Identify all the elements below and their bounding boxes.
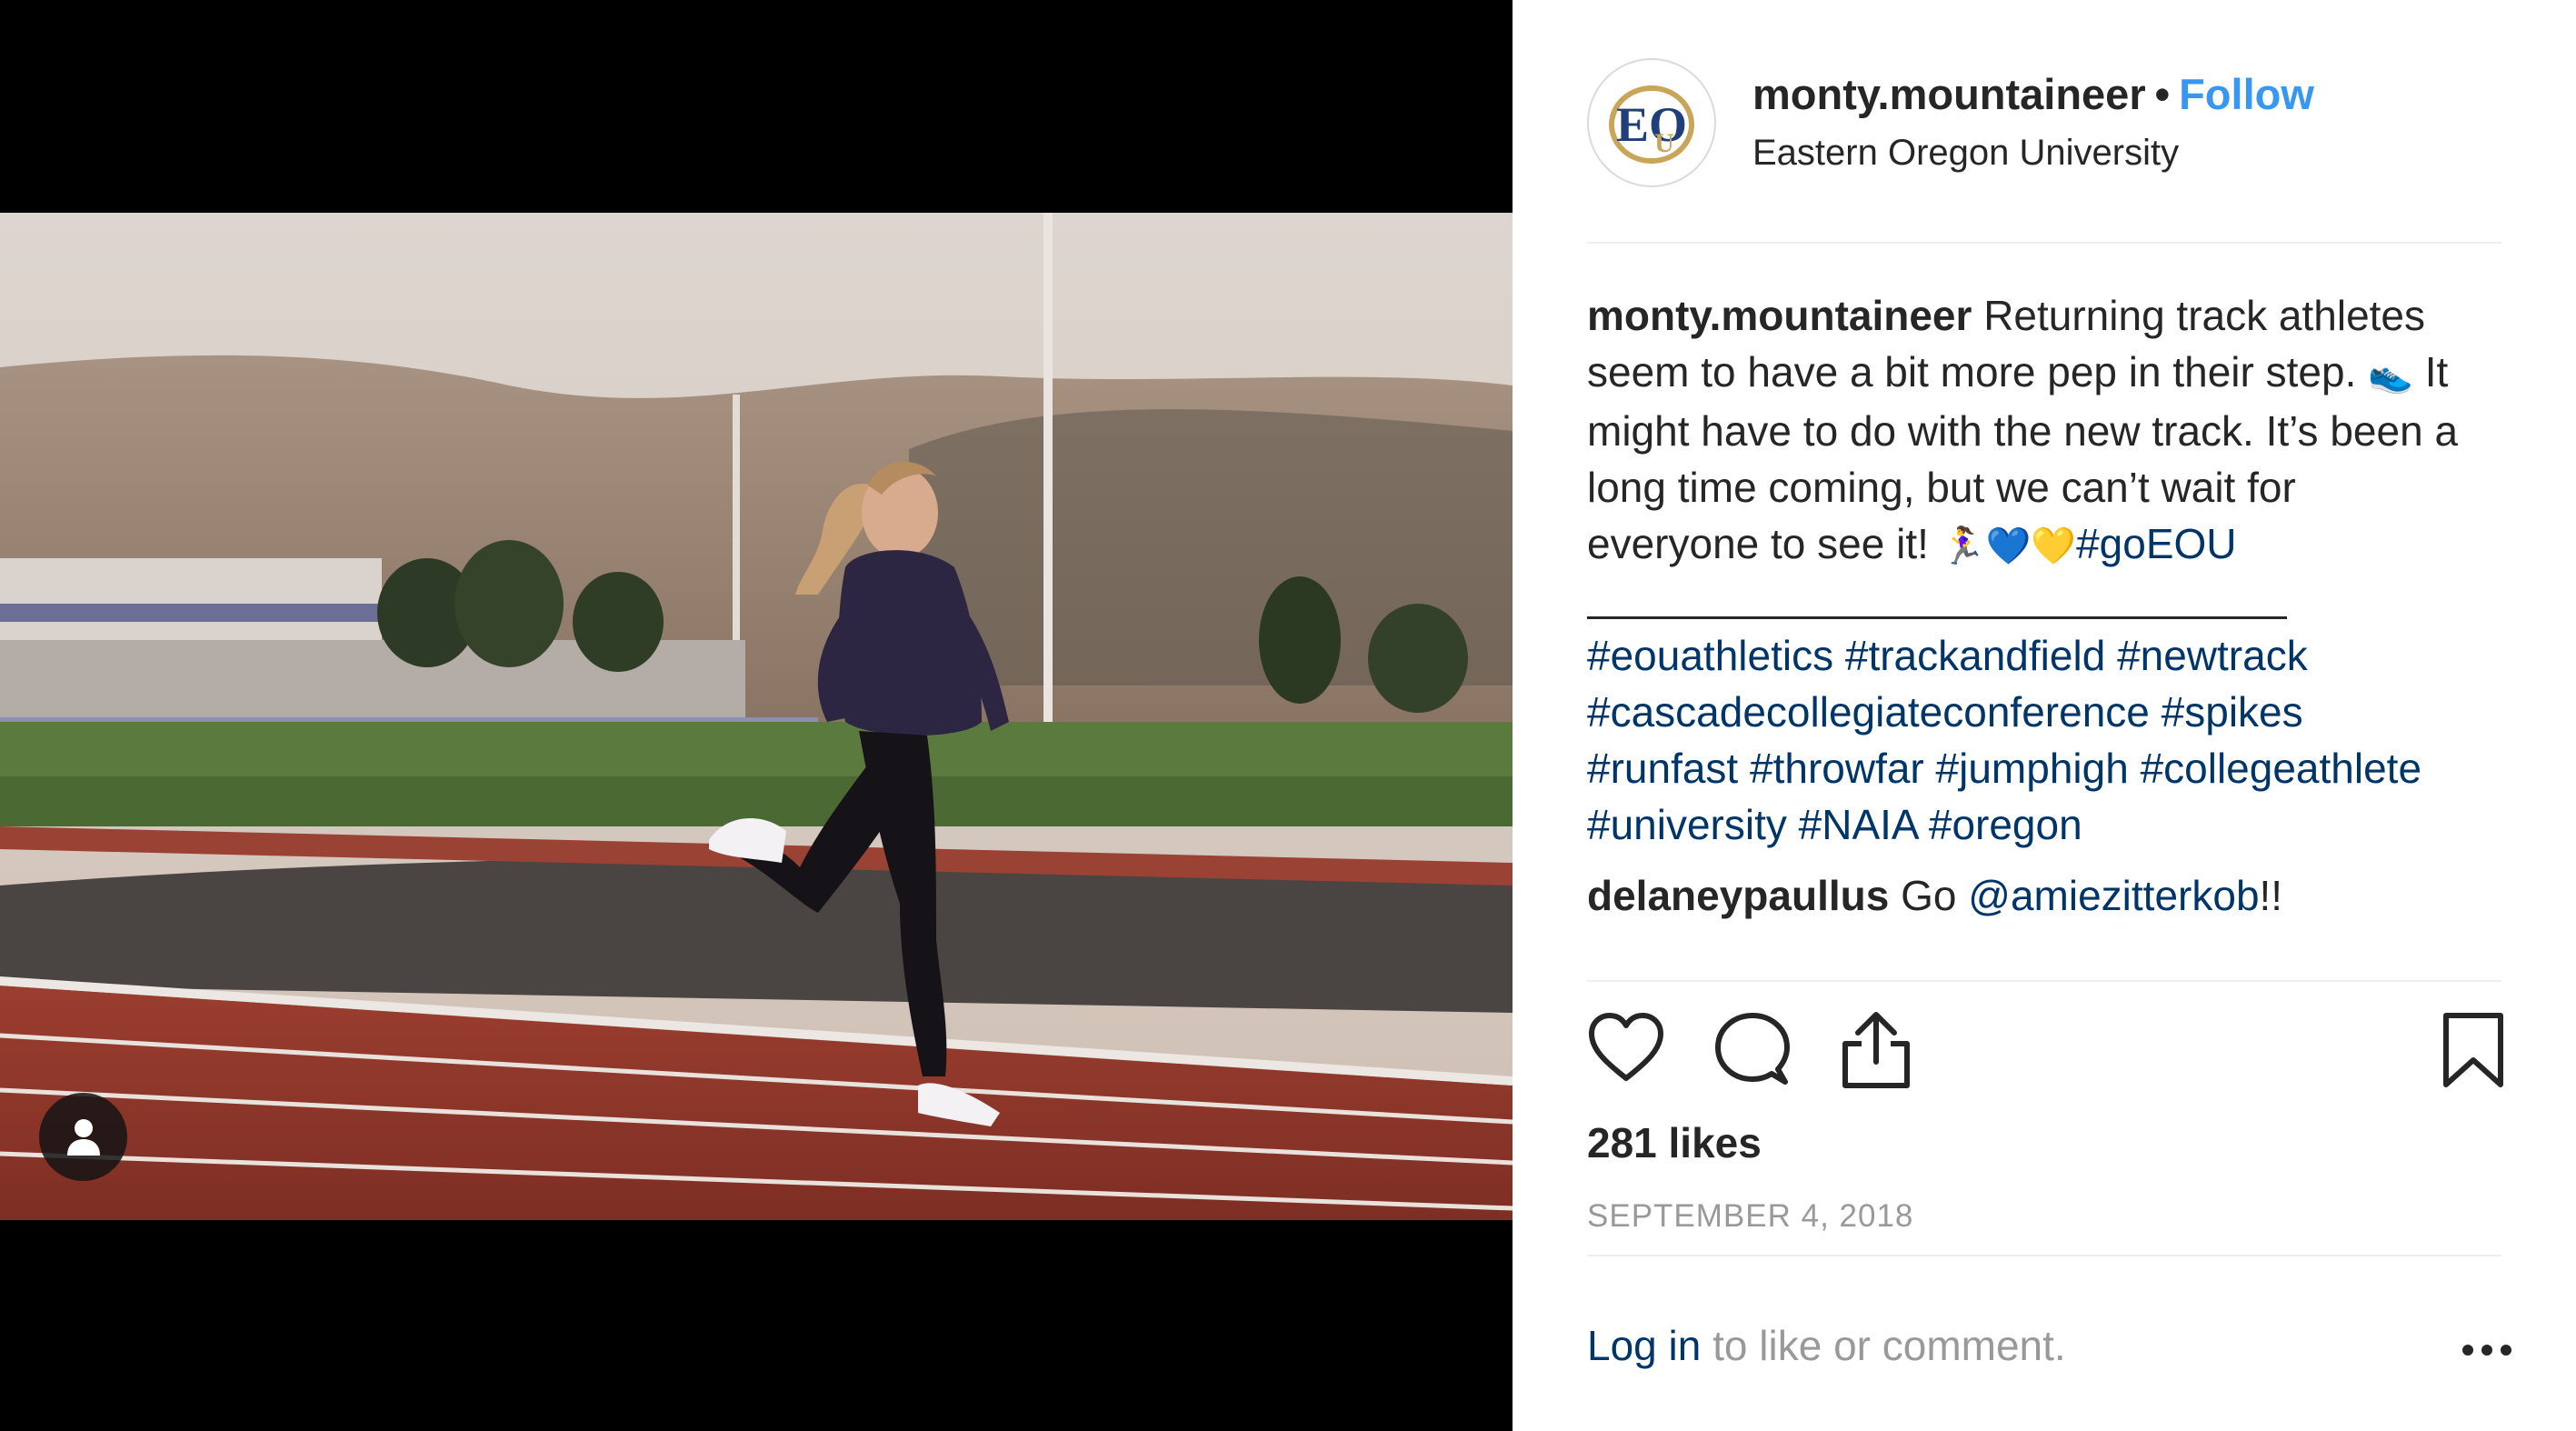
post-photo[interactable] — [0, 213, 1513, 1220]
hashtag-link[interactable]: #runfast — [1587, 745, 1738, 792]
post-caption: monty.mountaineer Returning track athlet… — [1587, 287, 2505, 575]
caption-author[interactable]: monty.mountaineer — [1587, 292, 1972, 339]
comment-text: !! — [2259, 872, 2283, 919]
hashtag-line: #cascadecollegiateconference #spikes — [1587, 684, 2505, 740]
caption-rule — [1587, 616, 2287, 619]
post-details-panel: EO U monty.mountaineer • Follow Eastern Or… — [1513, 0, 2576, 1431]
login-prompt-text: to like or comment. — [1701, 1322, 2066, 1369]
save-button[interactable] — [2441, 1011, 2505, 1094]
comment-button[interactable] — [1714, 1011, 1791, 1092]
login-prompt: Log in to like or comment. — [1587, 1321, 2066, 1370]
caption-line: long time coming, but we can’t wait for — [1587, 464, 2296, 511]
hashtag-line: #runfast #throwfar #jumphigh #collegeath… — [1587, 740, 2505, 796]
more-options-button[interactable] — [2461, 1344, 2512, 1361]
hashtag-link[interactable]: #oregon — [1929, 801, 2082, 848]
header-user-line: monty.mountaineer • Follow — [1752, 69, 2314, 119]
hashtag-link[interactable]: #spikes — [2162, 688, 2303, 736]
avatar[interactable]: EO U — [1587, 58, 1716, 187]
comment-author[interactable]: delaneypaullus — [1587, 872, 1889, 919]
hashtag-line: #university #NAIA #oregon — [1587, 796, 2505, 853]
hashtag-link[interactable]: #cascadecollegiateconference — [1587, 688, 2150, 736]
hashtag-line: #eouathletics #trackandfield #newtrack — [1587, 627, 2505, 684]
svg-text:U: U — [1654, 128, 1674, 158]
hashtag-link[interactable]: #goEOU — [2076, 520, 2236, 567]
hashtag-link[interactable]: #eouathletics — [1587, 632, 1833, 679]
mention-link[interactable]: @amiezitterkob — [1968, 872, 2259, 919]
bookmark-icon — [2443, 1013, 2503, 1087]
share-icon — [1842, 1012, 1910, 1088]
caption-text: everyone to see it! — [1587, 520, 1941, 567]
hashtag-link[interactable]: #newtrack — [2117, 632, 2308, 679]
follow-button[interactable]: Follow — [2179, 70, 2314, 118]
hashtag-link[interactable]: #throwfar — [1750, 745, 1924, 792]
runner-hearts-emoji: 🏃‍♀️💙💛 — [1940, 525, 2077, 567]
action-bar — [1587, 1011, 2505, 1093]
hashtag-link[interactable]: #trackandfield — [1845, 632, 2105, 679]
likes-count[interactable]: 281 likes — [1587, 1118, 1762, 1167]
shoe-emoji: 👟 — [2368, 354, 2413, 395]
footer-divider — [1587, 1255, 2501, 1256]
hashtag-link[interactable]: #NAIA — [1799, 801, 1917, 848]
header-username[interactable]: monty.mountaineer — [1752, 70, 2146, 118]
separator-dot: • — [2154, 70, 2171, 118]
comment-item: delaneypaullus Go @amiezitterkob!! — [1587, 871, 2282, 920]
comments-divider — [1587, 980, 2501, 982]
post-media — [0, 0, 1513, 1431]
post-header: EO U monty.mountaineer • Follow Eastern Or… — [1587, 58, 2576, 191]
caption-line: seem to have a bit more pep in their ste… — [1587, 344, 2505, 403]
comment-bubble-icon — [1715, 1013, 1790, 1085]
user-tag-icon — [66, 1118, 100, 1156]
caption-line: everyone to see it! 🏃‍♀️💙💛#goEOU — [1587, 515, 2505, 575]
hashtag-link[interactable]: #jumphigh — [1936, 745, 2129, 792]
photo-runner-on-track — [0, 213, 1513, 1220]
login-link[interactable]: Log in — [1587, 1322, 1701, 1369]
caption-line: monty.mountaineer Returning track athlet… — [1587, 287, 2505, 344]
header-divider — [1587, 242, 2501, 244]
comment-text: Go — [1889, 872, 1969, 919]
svg-text:EO: EO — [1616, 97, 1687, 152]
eou-logo-icon: EO U — [1597, 68, 1706, 177]
hashtag-link[interactable]: #collegeathlete — [2141, 745, 2421, 792]
tagged-users-button[interactable] — [39, 1093, 127, 1181]
hashtag-link[interactable]: #university — [1587, 801, 1787, 848]
caption-text: Returning track athletes — [1972, 292, 2426, 339]
caption-line: might have to do with the new track. It’… — [1587, 407, 2459, 455]
more-options-icon — [2462, 1345, 2511, 1356]
caption-text: seem to have a bit more pep in their ste… — [1587, 348, 2369, 395]
like-button[interactable] — [1587, 1011, 1665, 1088]
heart-icon — [1589, 1013, 1663, 1081]
share-button[interactable] — [1840, 1011, 1912, 1094]
location-link[interactable]: Eastern Oregon University — [1752, 133, 2179, 174]
hashtag-block: #eouathletics #trackandfield #newtrack #… — [1587, 627, 2505, 853]
post-date[interactable]: SEPTEMBER 4, 2018 — [1587, 1198, 1913, 1235]
caption-text: It — [2412, 348, 2449, 395]
